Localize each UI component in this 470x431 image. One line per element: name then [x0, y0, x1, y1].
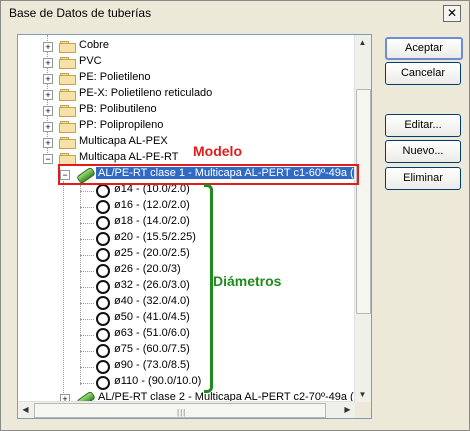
diameter-label: ø63 - (51.0/6.0) [114, 327, 190, 339]
scrollbar-corner [355, 402, 371, 418]
folder-icon [59, 121, 76, 133]
folder-icon [59, 57, 76, 69]
expand-toggle[interactable]: + [43, 58, 53, 68]
vertical-scroll-thumb[interactable] [356, 89, 371, 314]
grip-icon: ||| [177, 408, 187, 417]
folder-icon [59, 89, 76, 101]
diameter-label: ø75 - (60.0/7.5) [114, 343, 190, 355]
pipe-section-icon [96, 376, 110, 390]
expand-toggle[interactable]: + [43, 138, 53, 148]
scroll-up-icon[interactable]: ▲ [355, 35, 370, 50]
pipe-section-icon [96, 184, 110, 198]
annotation-diameters: Diámetros [213, 273, 282, 289]
pipe-database-dialog: Base de Datos de tuberías ✕ + Cobre + PV… [0, 0, 470, 431]
diameter-label: ø26 - (20.0/3) [114, 263, 181, 275]
tree-folder-label: Multicapa AL-PE-RT [79, 151, 179, 163]
diameter-label: ø20 - (15.5/2.25) [114, 231, 196, 243]
diameter-label: ø18 - (14.0/2.0) [114, 215, 190, 227]
horizontal-scrollbar[interactable]: ◀ ||| ▶ [18, 401, 355, 418]
window-title: Base de Datos de tuberías [9, 6, 152, 20]
tree-folder-label: PE-X: Polietileno reticulado [79, 87, 213, 99]
tree-folder-label: PVC [79, 55, 102, 67]
folder-icon [59, 105, 76, 117]
tree-folder-label: Cobre [79, 39, 109, 51]
diameter-label: ø90 - (73.0/8.5) [114, 359, 190, 371]
pipe-section-icon [96, 264, 110, 278]
new-button[interactable]: Nuevo... [385, 140, 461, 163]
pipe-section-icon [96, 344, 110, 358]
diameter-label: ø40 - (32.0/4.0) [114, 295, 190, 307]
pipe-section-icon [96, 216, 110, 230]
pipe-section-icon [96, 328, 110, 342]
scroll-down-icon[interactable]: ▼ [355, 387, 370, 402]
delete-button[interactable]: Eliminar [385, 167, 461, 190]
diameter-label: ø25 - (20.0/2.5) [114, 247, 190, 259]
diameter-label: ø32 - (26.0/3.0) [114, 279, 190, 291]
close-icon: ✕ [446, 6, 458, 20]
diameters-bracket [204, 184, 213, 393]
pipe-section-icon [96, 296, 110, 310]
expand-toggle[interactable]: + [43, 42, 53, 52]
folder-icon [59, 41, 76, 53]
pipe-section-icon [96, 280, 110, 294]
tree-connector [80, 185, 81, 385]
folder-icon [59, 73, 76, 85]
title-bar: Base de Datos de tuberías ✕ [1, 1, 469, 25]
tree-folder-label: Multicapa AL-PEX [79, 135, 168, 147]
cancel-button[interactable]: Cancelar [385, 62, 461, 85]
pipe-section-icon [96, 232, 110, 246]
expand-toggle[interactable]: + [43, 74, 53, 84]
expand-toggle[interactable]: + [43, 90, 53, 100]
pipe-section-icon [96, 360, 110, 374]
tree-folder-label: PB: Polibutileno [79, 103, 157, 115]
tree-folder-label: PE: Polietileno [79, 71, 151, 83]
close-button[interactable]: ✕ [443, 5, 461, 22]
expand-toggle[interactable]: + [43, 106, 53, 116]
vertical-scrollbar[interactable]: ▲ ▼ [354, 35, 371, 402]
diameter-label: ø110 - (90.0/10.0) [114, 375, 202, 387]
pipe-section-icon [96, 248, 110, 262]
edit-button[interactable]: Editar... [385, 114, 461, 137]
horizontal-scroll-thumb[interactable]: ||| [34, 403, 326, 418]
diameter-label: ø50 - (41.0/4.5) [114, 311, 190, 323]
folder-open-icon [59, 153, 76, 165]
collapse-toggle[interactable]: − [43, 154, 53, 164]
pipe-tree-view[interactable]: + Cobre + PVC + PE: Polietileno + PE-X: … [17, 34, 372, 419]
annotation-model: Modelo [193, 143, 242, 159]
folder-icon [59, 137, 76, 149]
pipe-section-icon [96, 312, 110, 326]
scroll-left-icon[interactable]: ◀ [18, 402, 33, 417]
pipe-section-icon [96, 200, 110, 214]
expand-toggle[interactable]: + [43, 122, 53, 132]
tree-folder-label: PP: Polipropileno [79, 119, 164, 131]
accept-button[interactable]: Aceptar [385, 37, 463, 60]
diameter-label: ø16 - (12.0/2.0) [114, 199, 190, 211]
tree-connector [63, 181, 64, 395]
model-highlight-box [58, 164, 359, 185]
scroll-right-icon[interactable]: ▶ [340, 402, 355, 417]
